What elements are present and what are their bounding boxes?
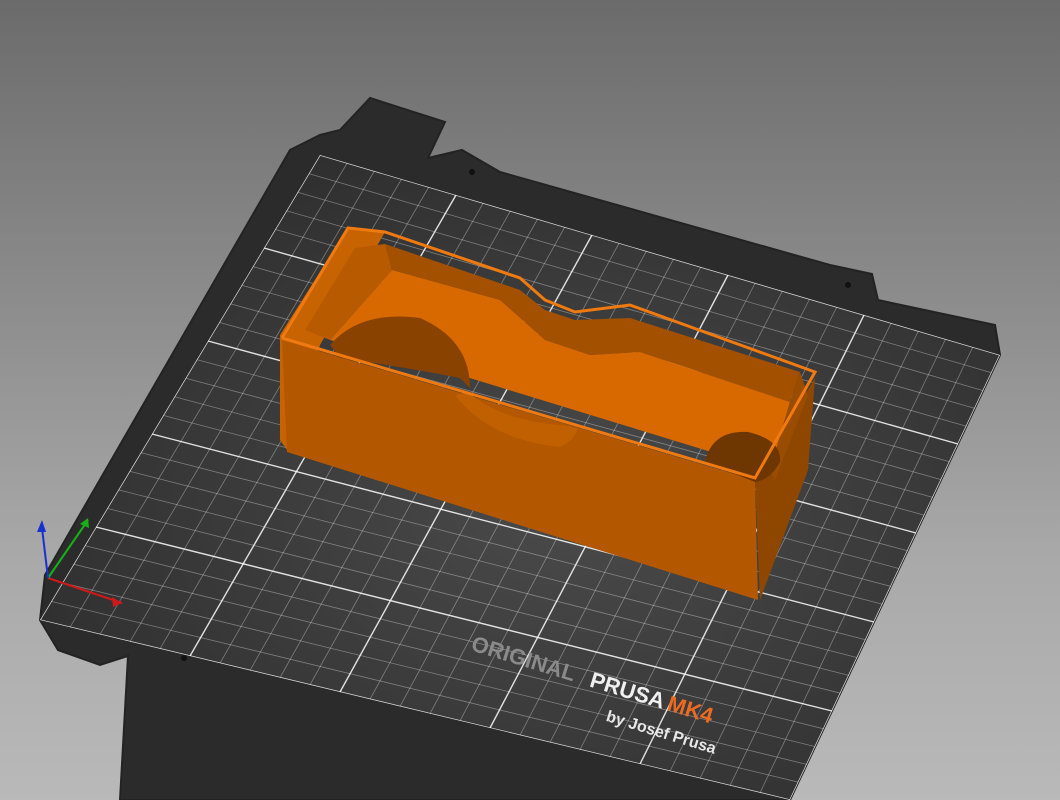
scene-canvas[interactable]: ORIGINAL PRUSA MK4 by Josef Prusa	[0, 0, 1060, 800]
z-axis	[41, 527, 49, 579]
bed-hole-bottom	[181, 655, 187, 661]
z-axis-arrow-icon	[37, 520, 46, 532]
bed-hole-top	[469, 169, 475, 175]
bed-hole-right	[845, 282, 851, 288]
3d-viewport[interactable]: ORIGINAL PRUSA MK4 by Josef Prusa	[0, 0, 1060, 800]
